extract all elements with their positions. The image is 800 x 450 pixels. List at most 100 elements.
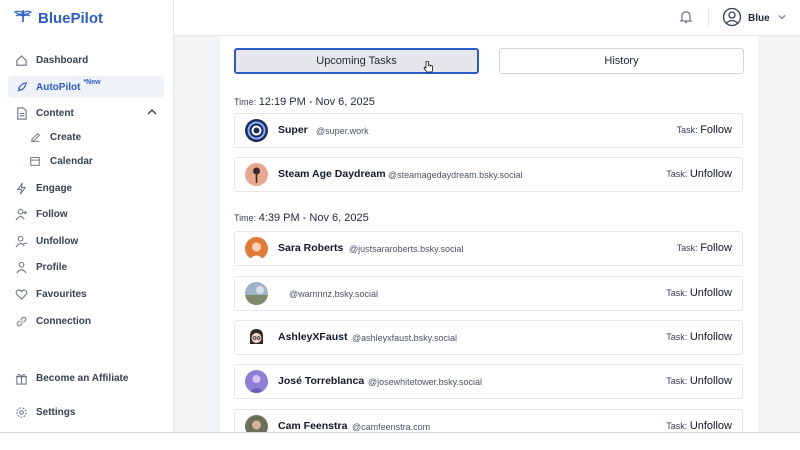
hand-cursor-icon xyxy=(422,60,434,78)
sidebar-item-content[interactable]: Content xyxy=(8,102,164,124)
task-row[interactable]: Steam Age Daydream @steamagedaydream.bsk… xyxy=(234,157,743,192)
task-prefix: Task: xyxy=(676,243,698,253)
sidebar-item-affiliate[interactable]: Become an Affiliate xyxy=(8,367,164,389)
sidebar-item-autopilot[interactable]: AutoPilot *New xyxy=(8,76,164,98)
sidebar-item-label: Create xyxy=(50,131,82,143)
avatar xyxy=(245,237,268,260)
task-prefix: Task: xyxy=(666,332,688,342)
row-task: Task: Unfollow xyxy=(666,287,732,299)
task-prefix: Task: xyxy=(666,376,688,386)
row-handle: @super.work xyxy=(316,126,369,136)
row-task: Task: Unfollow xyxy=(666,331,732,343)
task-row[interactable]: @warnnnz.bsky.social Task: Unfollow xyxy=(234,276,743,311)
lightning-icon xyxy=(14,181,28,195)
avatar xyxy=(245,119,268,142)
user-menu[interactable]: Blue xyxy=(722,7,788,30)
sidebar-item-label: Profile xyxy=(36,261,68,273)
row-task: Task: Unfollow xyxy=(666,168,732,180)
link-icon xyxy=(14,314,28,328)
row-name: AshleyXFaust xyxy=(278,331,348,343)
task-row[interactable]: José Torreblanca @josewhitetower.bsky.so… xyxy=(234,364,743,399)
new-badge: *New xyxy=(83,78,101,86)
time-label: Time: 12:19 PM - Nov 6, 2025 xyxy=(234,96,375,108)
bottom-strip xyxy=(0,432,800,450)
sidebar-item-label: Dashboard xyxy=(36,54,89,66)
sidebar-item-label: AutoPilot xyxy=(36,81,81,93)
sidebar: BluePilot Dashboard AutoPilot *New Conte… xyxy=(0,0,174,432)
gift-icon xyxy=(14,371,28,385)
rocket-icon xyxy=(14,80,28,94)
tab-history[interactable]: History xyxy=(499,48,744,74)
avatar xyxy=(245,370,268,393)
task-value: Unfollow xyxy=(689,168,732,180)
sidebar-item-create[interactable]: Create xyxy=(22,126,164,148)
avatar xyxy=(245,415,268,432)
row-handle: @josewhitetower.bsky.social xyxy=(368,377,483,387)
sidebar-item-settings[interactable]: Settings xyxy=(8,401,164,423)
dragonfly-icon xyxy=(13,9,33,28)
sidebar-item-profile[interactable]: Profile xyxy=(8,256,164,278)
time-label: Time: 4:39 PM - Nov 6, 2025 xyxy=(234,212,369,224)
row-name: José Torreblanca xyxy=(278,375,365,387)
task-prefix: Task: xyxy=(666,288,688,298)
task-row[interactable]: AshleyXFaust @ashleyxfaust.bsky.social T… xyxy=(234,320,743,355)
sidebar-item-calendar[interactable]: Calendar xyxy=(22,150,164,172)
row-handle: @steamagedaydream.bsky.social xyxy=(388,170,523,180)
task-value: Follow xyxy=(700,242,732,254)
row-handle: @ashleyxfaust.bsky.social xyxy=(352,333,458,343)
main-panel: Upcoming Tasks History Time: 12:19 PM - … xyxy=(220,36,758,432)
row-name: Super xyxy=(278,124,308,136)
task-value: Unfollow xyxy=(689,375,732,387)
row-handle: @camfeenstra.com xyxy=(352,422,431,432)
chevron-up-icon[interactable] xyxy=(146,106,158,121)
sidebar-item-label: Connection xyxy=(36,315,91,327)
row-task: Task: Unfollow xyxy=(666,420,732,432)
chevron-down-icon xyxy=(776,11,788,26)
avatar xyxy=(245,163,268,186)
home-icon xyxy=(14,53,28,67)
sidebar-item-label: Favourites xyxy=(36,288,87,300)
brand-name: BluePilot xyxy=(38,9,104,27)
sidebar-item-label: Content xyxy=(36,107,74,119)
row-name: Cam Feenstra xyxy=(278,420,348,432)
heart-icon xyxy=(14,287,28,301)
task-value: Follow xyxy=(700,124,732,136)
tab-label: Upcoming Tasks xyxy=(316,55,397,67)
tab-upcoming-tasks[interactable]: Upcoming Tasks xyxy=(234,48,479,74)
time-value: 4:39 PM - Nov 6, 2025 xyxy=(258,212,369,224)
sidebar-item-engage[interactable]: Engage xyxy=(8,177,164,199)
task-prefix: Task: xyxy=(666,169,688,179)
row-handle: @justsararoberts.bsky.social xyxy=(349,244,464,254)
task-value: Unfollow xyxy=(689,287,732,299)
sidebar-item-label: Calendar xyxy=(50,155,93,167)
time-value: 12:19 PM - Nov 6, 2025 xyxy=(258,96,375,108)
brand-logo[interactable]: BluePilot xyxy=(13,8,104,28)
edit-icon xyxy=(28,130,42,144)
sidebar-item-dashboard[interactable]: Dashboard xyxy=(8,49,164,71)
task-row[interactable]: Sara Roberts @justsararoberts.bsky.socia… xyxy=(234,231,743,266)
sidebar-item-label: Become an Affiliate xyxy=(36,372,129,384)
avatar-icon xyxy=(722,7,742,30)
sidebar-item-favourites[interactable]: Favourites xyxy=(8,283,164,305)
task-row[interactable]: Cam Feenstra @camfeenstra.com Task: Unfo… xyxy=(234,409,743,432)
row-handle: @warnnnz.bsky.social xyxy=(289,289,379,299)
document-icon xyxy=(14,106,28,120)
time-prefix: Time: xyxy=(234,213,257,223)
user-icon xyxy=(14,260,28,274)
sidebar-item-label: Unfollow xyxy=(36,235,79,247)
sidebar-item-connection[interactable]: Connection xyxy=(8,310,164,332)
tab-label: History xyxy=(604,55,639,67)
avatar xyxy=(245,326,268,349)
row-name: Steam Age Daydream xyxy=(278,168,386,180)
task-prefix: Task: xyxy=(666,421,688,431)
gear-icon xyxy=(14,405,28,419)
sidebar-item-label: Engage xyxy=(36,182,73,194)
sidebar-item-unfollow[interactable]: Unfollow xyxy=(8,230,164,252)
user-minus-icon xyxy=(14,234,28,248)
sidebar-item-follow[interactable]: Follow xyxy=(8,203,164,225)
bell-icon[interactable] xyxy=(678,9,694,30)
row-task: Task: Unfollow xyxy=(666,375,732,387)
avatar xyxy=(245,282,268,305)
calendar-icon xyxy=(28,154,42,168)
task-row[interactable]: Super @super.work Task: Follow xyxy=(234,113,743,148)
